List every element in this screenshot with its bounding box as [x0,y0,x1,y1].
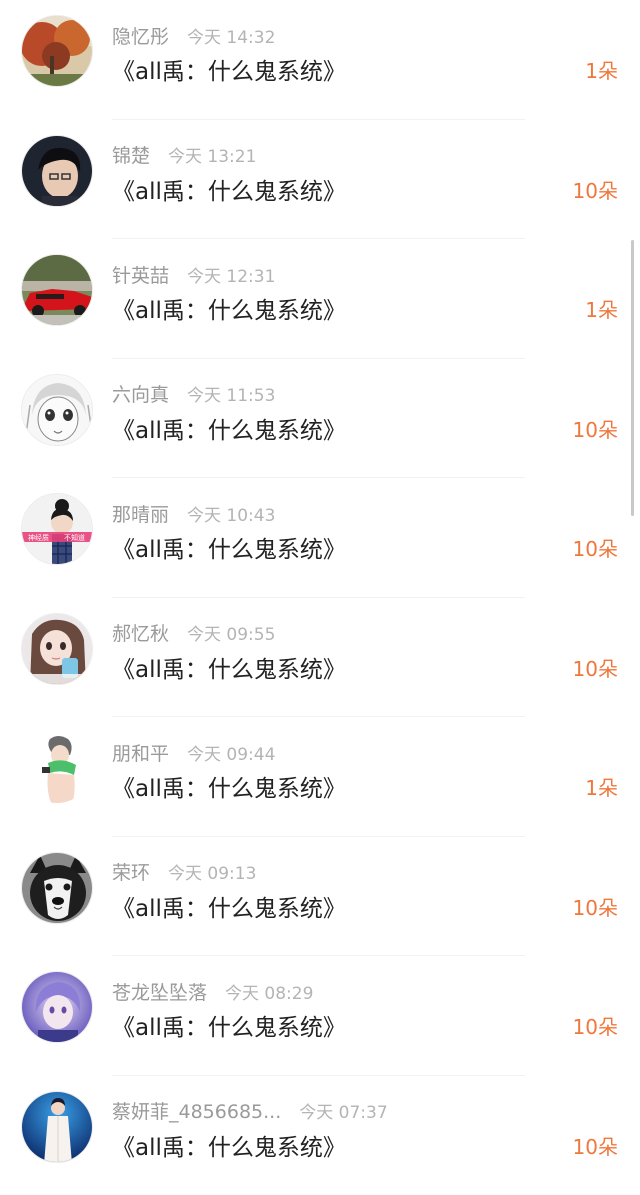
work-title[interactable]: 《all禹：什么鬼系统》 [112,1008,346,1042]
user-name[interactable]: 针英喆 [112,261,169,288]
timestamp: 今天 12:31 [187,262,275,287]
flower-count: 1朵 [585,55,618,84]
user-name[interactable]: 郝忆秋 [112,619,169,646]
flower-count: 1朵 [585,772,618,801]
avatar[interactable] [21,15,93,87]
user-name[interactable]: 隐忆彤 [112,22,169,49]
user-name[interactable]: 六向真 [112,380,169,407]
boy-portrait-photo-icon [22,136,93,207]
flower-count: 1朵 [585,294,618,323]
timestamp: 今天 13:21 [168,142,256,167]
user-name[interactable]: 荣环 [112,858,150,885]
user-name[interactable]: 蔡妍菲_4856685... [112,1097,281,1124]
work-title[interactable]: 《all禹：什么鬼系统》 [112,291,346,325]
user-name[interactable]: 那晴丽 [112,500,169,527]
user-name[interactable]: 苍龙坠坠落 [112,978,207,1005]
avatar[interactable] [21,254,93,326]
stage-performer-photo-icon [22,1092,93,1163]
work-title[interactable]: 《all禹：什么鬼系统》 [112,650,346,684]
work-title[interactable]: 《all禹：什么鬼系统》 [112,889,346,923]
timestamp: 今天 14:32 [187,23,275,48]
flower-count: 10朵 [573,653,618,682]
autumn-tree-photo-icon [22,16,93,87]
flower-count: 10朵 [573,414,618,443]
flower-count: 10朵 [573,1011,618,1040]
anime-girl-photo-icon [22,614,93,685]
work-title[interactable]: 《all禹：什么鬼系统》 [112,1128,346,1162]
svg-text:不知道: 不知道 [64,533,85,542]
work-title[interactable]: 《all禹：什么鬼系统》 [112,52,346,86]
work-title[interactable]: 《all禹：什么鬼系统》 [112,530,346,564]
timestamp: 今天 10:43 [187,501,275,526]
husky-dog-photo-icon [22,853,93,924]
list-item[interactable]: 神经质 不知道 那晴丽 今天 10:43 《all禹：什么鬼系统》 10朵 [0,478,640,598]
work-title[interactable]: 《all禹：什么鬼系统》 [112,411,346,445]
avatar[interactable] [21,1091,93,1163]
avatar[interactable] [21,613,93,685]
avatar[interactable] [21,971,93,1043]
avatar[interactable]: 神经质 不知道 [21,493,93,565]
user-name[interactable]: 锦楚 [112,141,150,168]
avatar[interactable] [21,732,93,804]
work-title[interactable]: 《all禹：什么鬼系统》 [112,172,346,206]
list-item[interactable]: 蔡妍菲_4856685... 今天 07:37 《all禹：什么鬼系统》 10朵 [0,1076,640,1195]
svg-text:神经质: 神经质 [28,533,49,542]
cartoon-girl-sticker-icon: 神经质 不知道 [22,494,93,565]
timestamp: 今天 09:13 [168,859,256,884]
purple-anime-boy-icon [22,972,93,1043]
user-name[interactable]: 朋和平 [112,739,169,766]
list-item[interactable]: 隐忆彤 今天 14:32 《all禹：什么鬼系统》 1朵 [0,0,640,120]
list-item[interactable]: 六向真 今天 11:53 《all禹：什么鬼系统》 10朵 [0,359,640,479]
list-item[interactable]: 郝忆秋 今天 09:55 《all禹：什么鬼系统》 10朵 [0,598,640,718]
list-item[interactable]: 锦楚 今天 13:21 《all禹：什么鬼系统》 10朵 [0,120,640,240]
flower-count: 10朵 [573,1131,618,1160]
flower-count: 10朵 [573,533,618,562]
manga-sketch-girl-icon [22,375,93,446]
timestamp: 今天 09:55 [187,620,275,645]
timestamp: 今天 08:29 [225,979,313,1004]
avatar[interactable] [21,852,93,924]
flower-count: 10朵 [573,892,618,921]
flower-count: 10朵 [573,175,618,204]
list-item[interactable]: 荣环 今天 09:13 《all禹：什么鬼系统》 10朵 [0,837,640,957]
timestamp: 今天 11:53 [187,381,275,406]
list-item[interactable]: 朋和平 今天 09:44 《all禹：什么鬼系统》 1朵 [0,717,640,837]
timestamp: 今天 07:37 [299,1098,387,1123]
work-title[interactable]: 《all禹：什么鬼系统》 [112,769,346,803]
list-item[interactable]: 针英喆 今天 12:31 《all禹：什么鬼系统》 1朵 [0,239,640,359]
list-item[interactable]: 苍龙坠坠落 今天 08:29 《all禹：什么鬼系统》 10朵 [0,956,640,1076]
anime-boy-green-scarf-icon [22,733,93,804]
avatar[interactable] [21,374,93,446]
red-sports-car-photo-icon [22,255,93,326]
avatar[interactable] [21,135,93,207]
timestamp: 今天 09:44 [187,740,275,765]
scrollbar[interactable] [631,240,634,516]
notification-list: 隐忆彤 今天 14:32 《all禹：什么鬼系统》 1朵 锦楚 今天 13:21… [0,0,640,1195]
